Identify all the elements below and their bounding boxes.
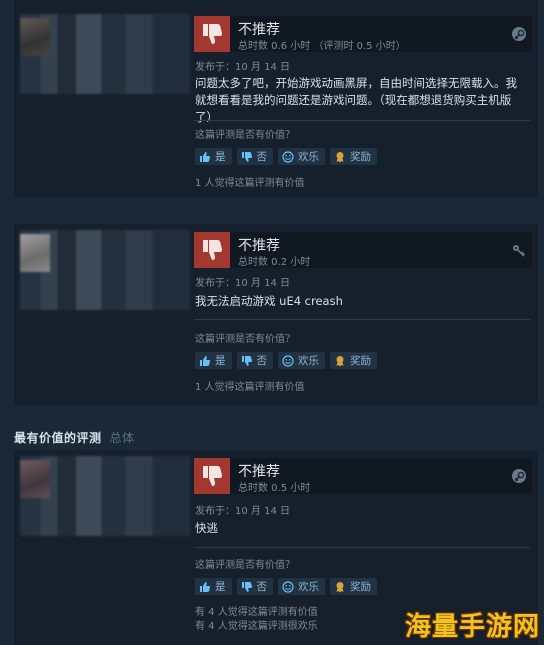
vote-yes-button[interactable]: 是 bbox=[195, 578, 232, 595]
helpful-count: 有 4 人觉得这篇评测有价值 bbox=[195, 607, 318, 618]
review-text: 我无法启动游戏 uE4 creash bbox=[195, 294, 343, 308]
recommendation-verdict: 不推荐 bbox=[238, 464, 280, 480]
previous-review-edge bbox=[14, 0, 538, 8]
posted-date: 发布于：10 月 14 日 bbox=[195, 278, 290, 289]
thumbs-down-icon bbox=[194, 232, 230, 268]
vote-yes-label: 是 bbox=[215, 355, 226, 367]
review-text: 快逃 bbox=[195, 521, 218, 535]
author-info-blurred[interactable] bbox=[20, 456, 190, 536]
recommendation-header[interactable]: 不推荐 总时数 0.5 小时 bbox=[194, 458, 532, 494]
thumbs-up-icon bbox=[200, 355, 211, 366]
smiley-icon bbox=[282, 354, 294, 367]
vote-no-label: 否 bbox=[256, 581, 268, 593]
vote-buttons: 是 否 欢乐 奖励 bbox=[195, 578, 377, 595]
tab-overall[interactable]: 总体 bbox=[110, 431, 135, 445]
avatar[interactable] bbox=[20, 18, 50, 56]
vote-funny-button[interactable]: 欢乐 bbox=[278, 578, 325, 595]
vote-no-label: 否 bbox=[256, 355, 268, 367]
recommendation-verdict: 不推荐 bbox=[238, 238, 280, 254]
vote-funny-label: 欢乐 bbox=[298, 151, 319, 163]
smiley-icon bbox=[282, 580, 294, 593]
thumbs-down-icon bbox=[194, 16, 230, 52]
thumbs-up-icon bbox=[200, 151, 211, 162]
posted-date: 发布于：10 月 14 日 bbox=[195, 506, 290, 517]
award-icon bbox=[336, 581, 344, 592]
award-button[interactable]: 奖励 bbox=[330, 352, 377, 369]
thumbs-down-icon bbox=[241, 355, 252, 366]
award-label: 奖励 bbox=[350, 151, 371, 163]
award-icon bbox=[336, 355, 344, 366]
avatar[interactable] bbox=[20, 460, 50, 498]
award-icon bbox=[336, 151, 344, 162]
recommendation-verdict: 不推荐 bbox=[238, 22, 280, 38]
award-button[interactable]: 奖励 bbox=[330, 148, 377, 165]
vote-no-button[interactable]: 否 bbox=[236, 578, 273, 595]
avatar[interactable] bbox=[20, 234, 50, 272]
section-header: 最有价值的评测 总体 bbox=[14, 429, 135, 446]
review-card-2: 不推荐 总时数 0.2 小时 发布于：10 月 14 日 我无法启动游戏 uE4… bbox=[14, 224, 538, 406]
thumbs-down-icon bbox=[241, 151, 252, 162]
vote-no-label: 否 bbox=[256, 151, 268, 163]
review-card-1: 不推荐 总时数 0.6 小时 （评测时 0.5 小时） 发布于：10 月 14 … bbox=[14, 8, 538, 198]
vote-yes-button[interactable]: 是 bbox=[195, 148, 232, 165]
award-label: 奖励 bbox=[350, 581, 371, 593]
author-info-blurred[interactable] bbox=[20, 230, 190, 310]
vote-yes-label: 是 bbox=[215, 151, 226, 163]
helpful-question: 这篇评测是否有价值？ bbox=[195, 560, 295, 571]
section-title: 最有价值的评测 bbox=[14, 431, 102, 445]
divider bbox=[194, 319, 530, 320]
site-watermark: 海量手游网 bbox=[404, 612, 540, 642]
vote-funny-label: 欢乐 bbox=[298, 355, 319, 367]
author-info-blurred[interactable] bbox=[20, 14, 190, 94]
helpful-count: 1 人觉得这篇评测有价值 bbox=[195, 382, 305, 393]
steam-icon bbox=[512, 27, 526, 41]
vote-yes-button[interactable]: 是 bbox=[195, 352, 232, 369]
thumbs-down-icon bbox=[241, 581, 252, 592]
steam-icon bbox=[512, 469, 526, 483]
playtime-hours: 总时数 0.5 小时 bbox=[238, 483, 311, 494]
vote-buttons: 是 否 欢乐 奖励 bbox=[195, 352, 377, 369]
vote-buttons: 是 否 欢乐 奖励 bbox=[195, 148, 377, 165]
vote-funny-label: 欢乐 bbox=[298, 581, 319, 593]
posted-date: 发布于：10 月 14 日 bbox=[195, 62, 290, 73]
funny-count: 有 4 人觉得这篇评测很欢乐 bbox=[195, 621, 318, 632]
vote-funny-button[interactable]: 欢乐 bbox=[278, 352, 325, 369]
key-icon bbox=[512, 243, 526, 257]
divider bbox=[194, 547, 530, 548]
vote-no-button[interactable]: 否 bbox=[236, 148, 273, 165]
playtime-hours: 总时数 0.6 小时 （评测时 0.5 小时） bbox=[238, 41, 406, 52]
award-button[interactable]: 奖励 bbox=[330, 578, 377, 595]
smiley-icon bbox=[282, 150, 294, 163]
vote-no-button[interactable]: 否 bbox=[236, 352, 273, 369]
review-text: 问题太多了吧，开始游戏动画黑屏，自由时间选择无限载入。我就想看看是我的问题还是游… bbox=[195, 76, 517, 124]
playtime-hours: 总时数 0.2 小时 bbox=[238, 257, 311, 268]
thumbs-up-icon bbox=[200, 581, 211, 592]
vote-funny-button[interactable]: 欢乐 bbox=[278, 148, 325, 165]
divider bbox=[194, 120, 530, 121]
recommendation-header[interactable]: 不推荐 总时数 0.6 小时 （评测时 0.5 小时） bbox=[194, 16, 532, 52]
award-label: 奖励 bbox=[350, 355, 371, 367]
helpful-question: 这篇评测是否有价值？ bbox=[195, 130, 295, 141]
recommendation-header[interactable]: 不推荐 总时数 0.2 小时 bbox=[194, 232, 532, 268]
vote-yes-label: 是 bbox=[215, 581, 226, 593]
thumbs-down-icon bbox=[194, 458, 230, 494]
helpful-count: 1 人觉得这篇评测有价值 bbox=[195, 178, 305, 189]
helpful-question: 这篇评测是否有价值？ bbox=[195, 334, 295, 345]
